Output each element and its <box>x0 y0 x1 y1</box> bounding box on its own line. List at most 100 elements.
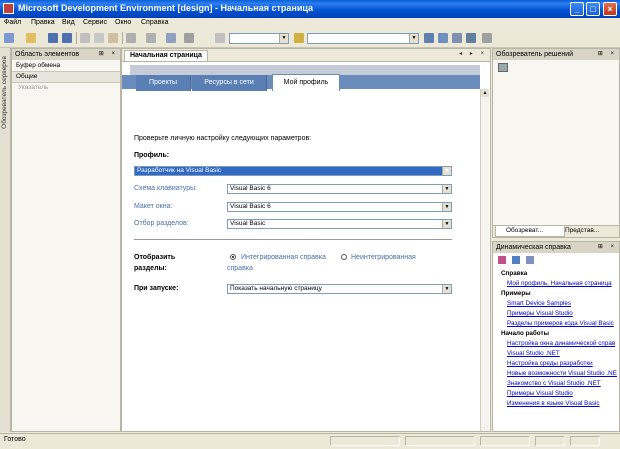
redo-icon[interactable] <box>146 33 156 43</box>
find-combo[interactable]: ▼ <box>307 33 419 44</box>
startup-label: При запуске: <box>134 285 179 292</box>
document-tab-bar: Начальная страница ◂ ▸ × <box>122 49 490 62</box>
menu-edit[interactable]: Правка <box>31 19 55 26</box>
toolbar: ▼ ▼ <box>0 30 620 48</box>
show-help-label-2: разделы: <box>134 265 167 272</box>
solution-explorer-icon[interactable] <box>424 33 434 43</box>
toolbox-title: Область элементов <box>15 51 80 58</box>
window-layout-select[interactable]: Visual Basic 6 ▼ <box>227 202 452 212</box>
maximize-button[interactable]: □ <box>586 2 600 16</box>
help-link[interactable]: Настройка окна динамической справ <box>507 340 615 347</box>
dynamic-help-panel: Динамическая справка ⊞ × Справка Мой про… <box>492 241 620 432</box>
chevron-down-icon: ▼ <box>409 34 418 43</box>
server-explorer-strip[interactable]: Обозреватель серверов <box>0 48 11 432</box>
help-link[interactable]: Visual Studio .NET <box>507 350 560 357</box>
help-link[interactable]: Примеры Visual Studio <box>507 390 573 397</box>
startup-value: Показать начальную страницу <box>230 285 322 292</box>
status-cell <box>480 436 530 446</box>
window-layout-label: Макет окна: <box>134 203 173 210</box>
toolbox-item-pointer[interactable]: Указатель <box>18 84 48 91</box>
tab-projects[interactable]: Проекты <box>136 75 191 91</box>
configuration-combo[interactable]: ▼ <box>229 33 289 44</box>
vertical-scrollbar[interactable]: ▲ <box>480 89 489 431</box>
external-help-label-1[interactable]: Неинтегрированная <box>351 254 416 261</box>
external-help-label-2[interactable]: справка <box>227 265 253 272</box>
class-view-icon[interactable] <box>466 33 476 43</box>
help-link[interactable]: Знакомство с Visual Studio .NET <box>507 380 601 387</box>
menu-tools[interactable]: Сервис <box>83 19 107 26</box>
help-link[interactable]: Мой профиль, Начальная страница <box>507 280 612 287</box>
save-all-icon[interactable] <box>62 33 72 43</box>
menu-help[interactable]: Справка <box>141 19 168 26</box>
contents-icon[interactable] <box>498 256 506 264</box>
open-icon[interactable] <box>26 33 36 43</box>
dynamic-help-title: Динамическая справка <box>496 244 571 251</box>
window-title: Microsoft Development Environment [desig… <box>18 3 314 13</box>
startup-select[interactable]: Показать начальную страницу ▼ <box>227 284 452 294</box>
index-icon[interactable] <box>512 256 520 264</box>
panel-buttons[interactable]: ⊞ × <box>99 49 118 60</box>
profile-value: Разработчик на Visual Basic <box>137 167 222 174</box>
tab-start-page[interactable]: Начальная страница <box>124 50 208 61</box>
menu-window[interactable]: Окно <box>115 19 131 26</box>
debug-icon[interactable] <box>184 33 194 43</box>
tab-class-view[interactable]: Представ... <box>555 226 620 236</box>
profile-label: Профиль: <box>134 152 170 159</box>
save-icon[interactable] <box>48 33 58 43</box>
help-group-title: Справка <box>501 270 528 277</box>
help-link[interactable]: Примеры Visual Studio <box>507 310 573 317</box>
start-page-document: Начальная страница ◂ ▸ × Проекты Ресурсы… <box>121 48 491 432</box>
minimize-button[interactable]: _ <box>570 2 584 16</box>
app-icon <box>3 3 14 14</box>
menu-bar: Файл Правка Вид Сервис Окно Справка <box>0 18 620 30</box>
solution-explorer-title: Обозреватель решений <box>496 51 574 58</box>
help-filter-select[interactable]: Visual Basic ▼ <box>227 219 452 229</box>
tab-nav-buttons[interactable]: ◂ ▸ × <box>459 50 487 57</box>
solution-explorer-panel: Обозреватель решений ⊞ × Обозреват... Пр… <box>492 48 620 238</box>
divider <box>134 239 452 240</box>
help-filter-label: Отбор разделов: <box>134 220 189 227</box>
help-link[interactable]: Изменения в языке Visual Basic <box>507 400 600 407</box>
toolbox-tab-general[interactable]: Общие <box>12 71 120 83</box>
radio-external-help[interactable] <box>341 254 347 260</box>
help-group-title: Начало работы <box>501 330 549 337</box>
paste-icon[interactable] <box>108 33 118 43</box>
profile-select[interactable]: Разработчик на Visual Basic ▼ <box>134 166 452 176</box>
keyboard-scheme-select[interactable]: Visual Basic 6 ▼ <box>227 184 452 194</box>
menu-file[interactable]: Файл <box>4 19 21 26</box>
menu-view[interactable]: Вид <box>62 19 75 26</box>
properties-icon[interactable] <box>438 33 448 43</box>
new-project-icon[interactable] <box>4 33 14 43</box>
start-icon[interactable] <box>215 33 225 43</box>
panel-buttons[interactable]: ⊞ × <box>598 49 617 60</box>
help-link[interactable]: Новые возможности Visual Studio .NE <box>507 370 617 377</box>
copy-icon[interactable] <box>94 33 104 43</box>
status-cell <box>570 436 600 446</box>
toolbox-icon[interactable] <box>452 33 462 43</box>
chevron-down-icon: ▼ <box>442 220 451 228</box>
help-link[interactable]: Smart Device Samples <box>507 300 571 307</box>
help-link[interactable]: Настройка среды разработки <box>507 360 593 367</box>
scroll-up-icon[interactable]: ▲ <box>481 89 489 97</box>
search-icon[interactable] <box>526 256 534 264</box>
show-help-label-1: Отобразить <box>134 254 176 261</box>
panel-buttons[interactable]: ⊞ × <box>598 242 617 253</box>
help-group-title: Примеры <box>501 290 531 297</box>
help-link[interactable]: Разделы примеров кода Visual Basic <box>507 320 614 327</box>
tab-my-profile[interactable]: Мой профиль <box>272 74 340 91</box>
find-icon[interactable] <box>294 33 304 43</box>
keyboard-scheme-label: Схема клавиатуры: <box>134 185 198 192</box>
integrated-help-label[interactable]: Интегрированная справка <box>241 254 326 261</box>
window-layout-value: Visual Basic 6 <box>230 203 271 210</box>
navigate-back-icon[interactable] <box>166 33 176 43</box>
tab-online-resources[interactable]: Ресурсы в сети <box>192 75 267 91</box>
close-button[interactable]: × <box>603 2 617 16</box>
solution-toolbar-icon[interactable] <box>498 63 508 72</box>
toolbox-panel: Область элементов ⊞ × Буфер обмена Общие… <box>11 48 121 432</box>
radio-integrated-help[interactable] <box>230 254 236 260</box>
status-cell <box>330 436 400 446</box>
undo-icon[interactable] <box>126 33 136 43</box>
customize-icon[interactable] <box>482 33 492 43</box>
toolbox-tab-clipboard[interactable]: Буфер обмена <box>12 61 120 71</box>
cut-icon[interactable] <box>80 33 90 43</box>
